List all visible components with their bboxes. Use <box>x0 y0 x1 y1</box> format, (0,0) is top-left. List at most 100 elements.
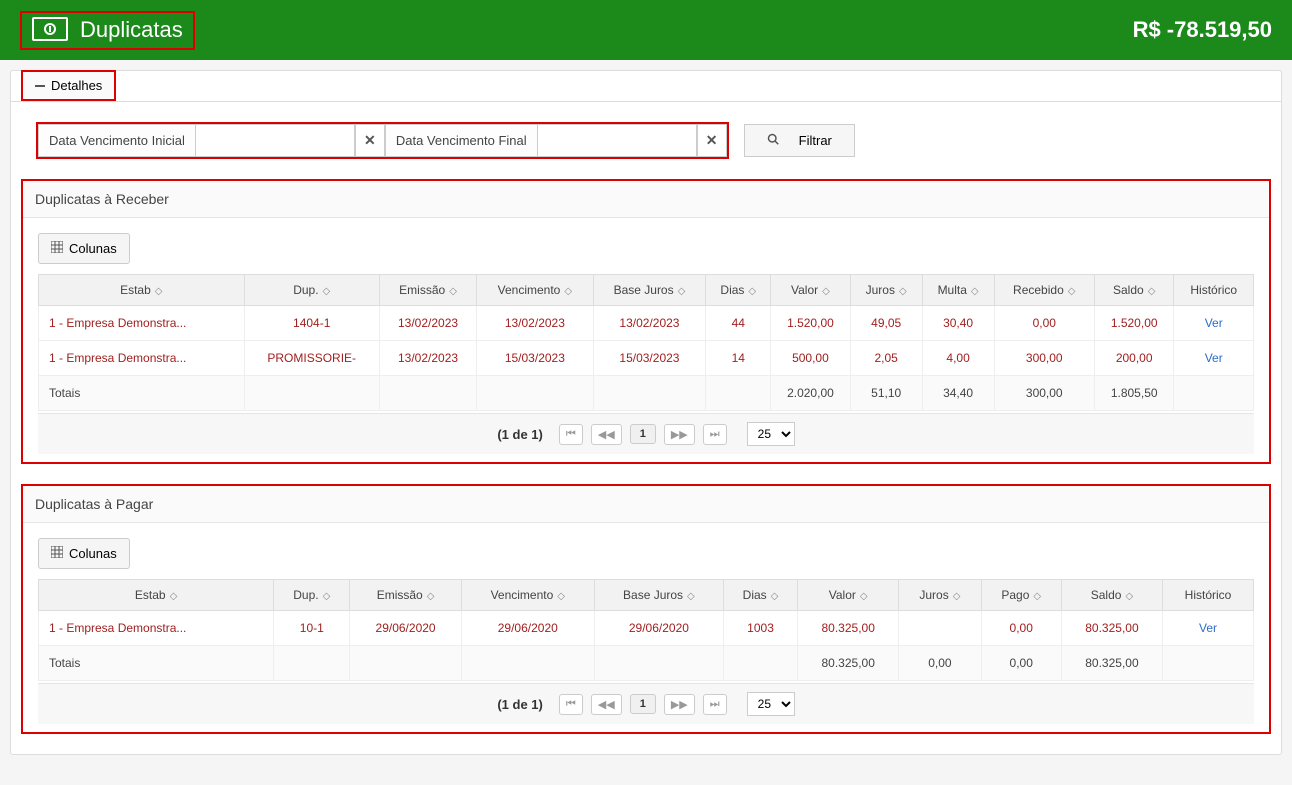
filter-start-clear[interactable]: ✕ <box>355 124 385 157</box>
column-header[interactable]: Dup.◇ <box>244 275 379 306</box>
first-page-button[interactable]: ⏮ <box>559 424 583 445</box>
column-header[interactable]: Recebido◇ <box>994 275 1094 306</box>
table-cell: 0,00 <box>981 611 1061 646</box>
ver-link[interactable]: Ver <box>1205 351 1223 365</box>
ver-link[interactable]: Ver <box>1205 316 1223 330</box>
panel-pagar: Duplicatas à Pagar Colunas Estab◇Dup.◇Em… <box>21 484 1271 734</box>
column-header[interactable]: Saldo◇ <box>1061 580 1162 611</box>
table-cell: 1 - Empresa Demonstra... <box>39 306 245 341</box>
page-info: (1 de 1) <box>497 697 543 712</box>
grid-icon <box>51 546 63 561</box>
column-header[interactable]: Dup.◇ <box>274 580 350 611</box>
historico-cell: Ver <box>1174 341 1254 376</box>
table-row: 1 - Empresa Demonstra...PROMISSORIE-13/0… <box>39 341 1254 376</box>
table-cell: 15/03/2023 <box>477 341 593 376</box>
filter-button[interactable]: Filtrar <box>744 124 855 157</box>
table-cell: 80.325,00 <box>798 646 899 681</box>
column-header[interactable]: Base Juros◇ <box>593 275 706 306</box>
column-header[interactable]: Base Juros◇ <box>594 580 723 611</box>
prev-page-button[interactable]: ◀◀ <box>591 424 622 445</box>
column-header[interactable]: Dias◇ <box>706 275 771 306</box>
table-cell: 14 <box>706 341 771 376</box>
column-header[interactable]: Estab◇ <box>39 580 274 611</box>
columns-label: Colunas <box>69 546 117 561</box>
paginator-pagar: (1 de 1) ⏮ ◀◀ 1 ▶▶ ⏭ 25 <box>38 683 1254 724</box>
column-header[interactable]: Multa◇ <box>922 275 994 306</box>
last-page-button[interactable]: ⏭ <box>703 424 727 445</box>
filter-end-input[interactable] <box>537 124 697 157</box>
prev-page-button[interactable]: ◀◀ <box>591 694 622 715</box>
column-header[interactable]: Vencimento◇ <box>477 275 593 306</box>
column-header[interactable]: Emissão◇ <box>379 275 476 306</box>
column-header[interactable]: Valor◇ <box>798 580 899 611</box>
panel-receber-title: Duplicatas à Receber <box>23 181 1269 218</box>
table-cell: 15/03/2023 <box>593 341 706 376</box>
columns-label: Colunas <box>69 241 117 256</box>
table-cell: 1.805,50 <box>1094 376 1174 411</box>
column-header[interactable]: Vencimento◇ <box>461 580 594 611</box>
first-page-button[interactable]: ⏮ <box>559 694 583 715</box>
table-pagar: Estab◇Dup.◇Emissão◇Vencimento◇Base Juros… <box>38 579 1254 681</box>
table-cell: 13/02/2023 <box>379 341 476 376</box>
totals-row: Totais2.020,0051,1034,40300,001.805,50 <box>39 376 1254 411</box>
header-left: Duplicatas <box>20 11 195 50</box>
column-header[interactable]: Valor◇ <box>771 275 851 306</box>
search-icon <box>767 133 779 148</box>
table-cell <box>274 646 350 681</box>
header-amount: R$ -78.519,50 <box>1133 17 1272 43</box>
filter-end-clear[interactable]: ✕ <box>697 124 727 157</box>
table-cell: 200,00 <box>1094 341 1174 376</box>
table-cell: Totais <box>39 646 274 681</box>
table-cell <box>461 646 594 681</box>
money-icon <box>32 17 68 44</box>
page-size-select[interactable]: 25 <box>747 692 795 716</box>
column-header[interactable]: Dias◇ <box>723 580 797 611</box>
table-cell <box>594 646 723 681</box>
table-cell: 13/02/2023 <box>593 306 706 341</box>
column-header[interactable]: Juros◇ <box>899 580 981 611</box>
tab-detalhes[interactable]: Detalhes <box>21 70 116 101</box>
column-header[interactable]: Estab◇ <box>39 275 245 306</box>
table-receber: Estab◇Dup.◇Emissão◇Vencimento◇Base Juros… <box>38 274 1254 411</box>
table-cell <box>1174 376 1254 411</box>
table-cell <box>379 376 476 411</box>
column-header: Histórico <box>1174 275 1254 306</box>
totals-row: Totais80.325,000,000,0080.325,00 <box>39 646 1254 681</box>
table-cell: 29/06/2020 <box>594 611 723 646</box>
columns-button-pagar[interactable]: Colunas <box>38 538 130 569</box>
column-header[interactable]: Juros◇ <box>850 275 922 306</box>
panel-receber: Duplicatas à Receber Colunas Estab◇Dup.◇… <box>21 179 1271 464</box>
grid-icon <box>51 241 63 256</box>
table-cell: 29/06/2020 <box>461 611 594 646</box>
table-cell <box>1163 646 1254 681</box>
column-header[interactable]: Saldo◇ <box>1094 275 1174 306</box>
table-cell <box>723 646 797 681</box>
table-cell: 13/02/2023 <box>477 306 593 341</box>
next-page-button[interactable]: ▶▶ <box>664 424 695 445</box>
table-row: 1 - Empresa Demonstra...10-129/06/202029… <box>39 611 1254 646</box>
table-cell: 44 <box>706 306 771 341</box>
table-cell: 1 - Empresa Demonstra... <box>39 611 274 646</box>
table-cell <box>477 376 593 411</box>
page-size-select[interactable]: 25 <box>747 422 795 446</box>
column-header[interactable]: Emissão◇ <box>350 580 461 611</box>
table-cell: 49,05 <box>850 306 922 341</box>
column-header[interactable]: Pago◇ <box>981 580 1061 611</box>
table-cell: 1.520,00 <box>771 306 851 341</box>
page-title: Duplicatas <box>80 17 183 43</box>
table-cell: 0,00 <box>899 646 981 681</box>
table-cell: 51,10 <box>850 376 922 411</box>
page-1-button[interactable]: 1 <box>630 694 656 714</box>
table-cell: 80.325,00 <box>1061 611 1162 646</box>
next-page-button[interactable]: ▶▶ <box>664 694 695 715</box>
table-cell: Totais <box>39 376 245 411</box>
filter-start-label: Data Vencimento Inicial <box>38 124 195 157</box>
columns-button-receber[interactable]: Colunas <box>38 233 130 264</box>
last-page-button[interactable]: ⏭ <box>703 694 727 715</box>
page-1-button[interactable]: 1 <box>630 424 656 444</box>
filter-start-input[interactable] <box>195 124 355 157</box>
table-cell: 1.520,00 <box>1094 306 1174 341</box>
ver-link[interactable]: Ver <box>1199 621 1217 635</box>
page-header: Duplicatas R$ -78.519,50 <box>0 0 1292 60</box>
table-cell: 29/06/2020 <box>350 611 461 646</box>
